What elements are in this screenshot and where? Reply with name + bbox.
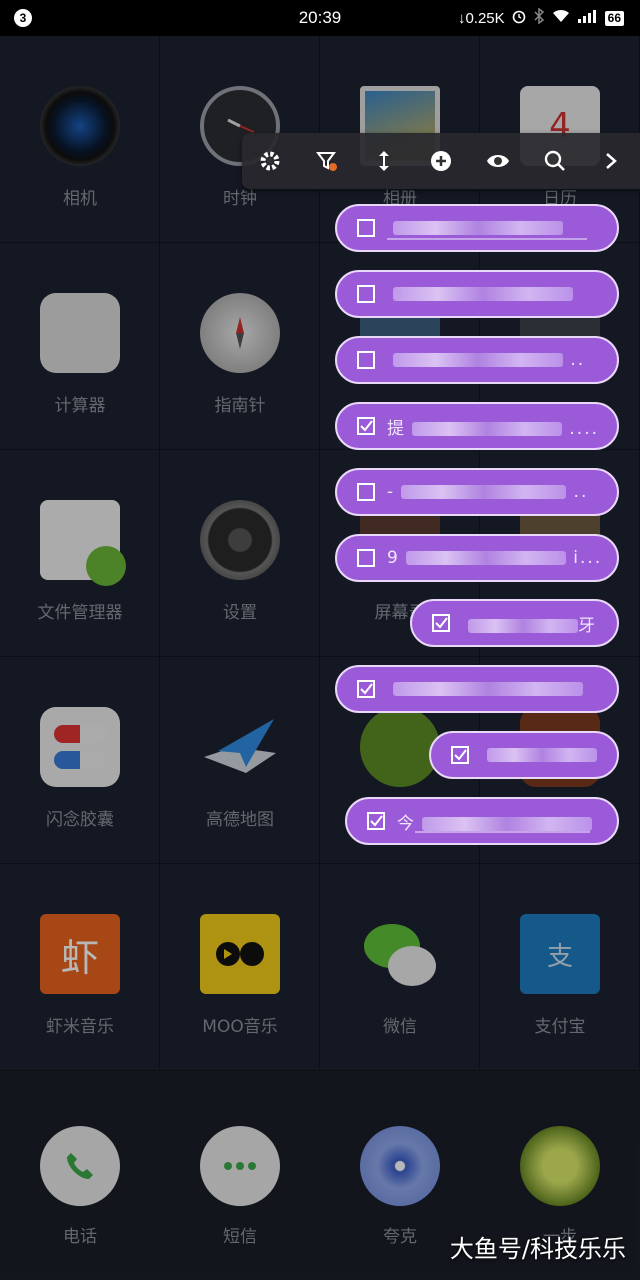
task-text: .. bbox=[387, 350, 617, 370]
checkbox-unchecked-icon[interactable] bbox=[357, 483, 375, 501]
task-text: 9 i... bbox=[387, 548, 603, 568]
checkbox-unchecked-icon[interactable] bbox=[357, 549, 375, 567]
task-text bbox=[387, 679, 617, 699]
app-capsule[interactable]: 闪念胶囊 bbox=[0, 657, 160, 864]
eye-icon[interactable] bbox=[478, 141, 518, 181]
alipay-icon: 支 bbox=[520, 914, 600, 994]
net-speed: ↓0.25K bbox=[457, 9, 505, 27]
app-label: 高德地图 bbox=[206, 810, 274, 830]
checkbox-unchecked-icon[interactable] bbox=[357, 219, 375, 237]
app-compass[interactable]: 指南针 bbox=[160, 243, 320, 450]
app-label: 支付宝 bbox=[534, 1017, 586, 1037]
compass-icon bbox=[200, 293, 280, 373]
task-item[interactable]: .. bbox=[335, 336, 619, 384]
dock-messages[interactable]: 短信 bbox=[160, 1072, 320, 1280]
checkbox-unchecked-icon[interactable] bbox=[357, 285, 375, 303]
app-amap[interactable]: 高德地图 bbox=[160, 657, 320, 864]
task-text: 提 .... bbox=[387, 418, 600, 439]
task-text: - .. bbox=[387, 482, 589, 502]
status-indicators: ↓0.25K 66 bbox=[457, 7, 624, 28]
app-label: 设置 bbox=[223, 603, 257, 623]
add-icon[interactable] bbox=[421, 141, 461, 181]
moo-music-icon bbox=[200, 914, 280, 994]
camera-icon bbox=[40, 86, 120, 166]
watermark: 大鱼号/科技乐乐 bbox=[449, 1235, 626, 1263]
wifi-icon bbox=[551, 8, 571, 28]
task-text bbox=[387, 218, 617, 238]
app-label: MOO音乐 bbox=[202, 1017, 278, 1037]
settings-icon[interactable] bbox=[250, 141, 290, 181]
quark-browser-icon bbox=[360, 1126, 440, 1206]
app-label: 文件管理器 bbox=[37, 603, 123, 623]
map-icon bbox=[200, 707, 280, 787]
task-text: 牙 bbox=[462, 611, 617, 636]
app-label: 指南针 bbox=[214, 396, 266, 416]
chevron-right-icon[interactable] bbox=[591, 141, 631, 181]
task-item[interactable]: 牙 bbox=[410, 599, 619, 647]
sort-arrows-icon[interactable] bbox=[364, 141, 404, 181]
app-settings[interactable]: 设置 bbox=[160, 450, 320, 657]
dock-label: 短信 bbox=[223, 1227, 257, 1247]
capsule-icon bbox=[40, 707, 120, 787]
app-label: 计算器 bbox=[54, 396, 106, 416]
task-item[interactable]: 9 i... bbox=[335, 534, 619, 582]
app-wechat[interactable]: 微信 bbox=[320, 864, 480, 1071]
checkbox-checked-icon[interactable] bbox=[357, 680, 375, 698]
app-xiami-music[interactable]: 虾 虾米音乐 bbox=[0, 864, 160, 1071]
app-file-manager[interactable]: 文件管理器 bbox=[0, 450, 160, 657]
phone-icon bbox=[40, 1126, 120, 1206]
dock-label: 电话 bbox=[63, 1227, 97, 1247]
task-text bbox=[387, 284, 617, 304]
messages-icon bbox=[200, 1126, 280, 1206]
task-item[interactable]: - .. bbox=[335, 468, 619, 516]
shoe-icon bbox=[520, 1126, 600, 1206]
task-text: 今 bbox=[397, 809, 617, 834]
app-label: 相机 bbox=[63, 189, 97, 209]
app-label: 虾米音乐 bbox=[46, 1017, 114, 1037]
dock-phone[interactable]: 电话 bbox=[0, 1072, 160, 1280]
task-item[interactable]: 提 .... bbox=[335, 402, 619, 450]
filter-icon[interactable] bbox=[307, 141, 347, 181]
peas-icon bbox=[360, 707, 440, 787]
task-item[interactable] bbox=[335, 204, 619, 252]
battery-indicator: 66 bbox=[604, 10, 624, 26]
status-bar: 3 20:39 ↓0.25K 66 bbox=[0, 0, 640, 36]
task-item[interactable] bbox=[335, 270, 619, 318]
calculator-icon bbox=[40, 293, 120, 373]
checkbox-checked-icon[interactable] bbox=[367, 812, 385, 830]
app-moo-music[interactable]: MOO音乐 bbox=[160, 864, 320, 1071]
checkbox-checked-icon[interactable] bbox=[432, 614, 450, 632]
app-alipay[interactable]: 支 支付宝 bbox=[480, 864, 640, 1071]
alarm-icon bbox=[511, 8, 527, 28]
wechat-icon bbox=[360, 914, 440, 994]
settings-gear-icon bbox=[200, 500, 280, 580]
checkbox-unchecked-icon[interactable] bbox=[357, 351, 375, 369]
task-item[interactable]: 今 bbox=[345, 797, 619, 845]
file-manager-icon bbox=[40, 500, 126, 586]
app-camera[interactable]: 相机 bbox=[0, 36, 160, 243]
task-text bbox=[481, 745, 617, 765]
bluetooth-icon bbox=[533, 7, 545, 28]
app-label: 微信 bbox=[383, 1017, 417, 1037]
app-calculator[interactable]: 计算器 bbox=[0, 243, 160, 450]
signal-icon bbox=[577, 9, 599, 27]
task-item[interactable] bbox=[429, 731, 619, 779]
task-item[interactable] bbox=[335, 665, 619, 713]
app-label: 闪念胶囊 bbox=[46, 810, 114, 830]
xiami-music-icon: 虾 bbox=[40, 914, 120, 994]
search-icon[interactable] bbox=[535, 141, 575, 181]
checkbox-checked-icon[interactable] bbox=[451, 746, 469, 764]
checkbox-checked-icon[interactable] bbox=[357, 417, 375, 435]
task-toolbar bbox=[242, 133, 640, 189]
